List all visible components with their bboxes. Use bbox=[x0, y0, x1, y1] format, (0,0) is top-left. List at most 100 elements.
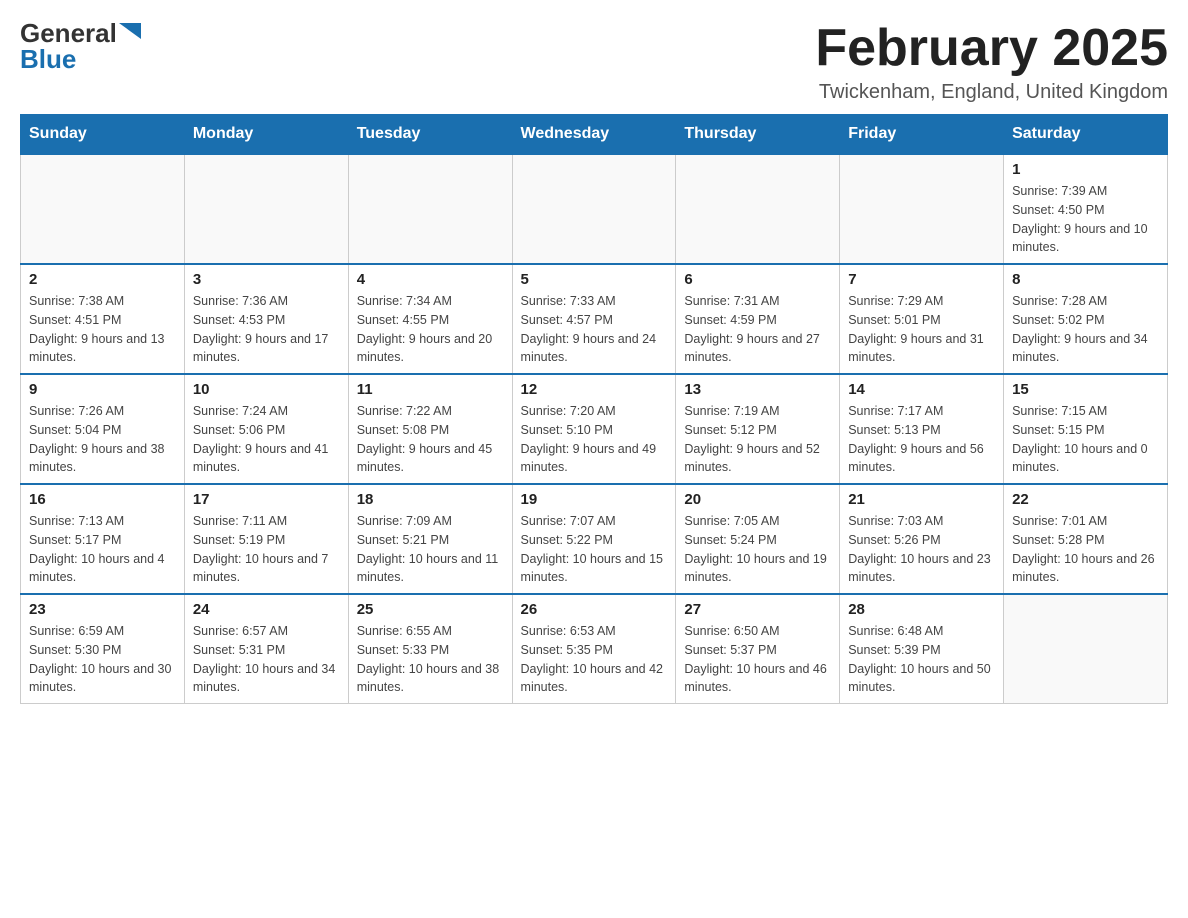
day-info: Sunrise: 7:07 AM Sunset: 5:22 PM Dayligh… bbox=[521, 512, 668, 587]
day-info: Sunrise: 7:22 AM Sunset: 5:08 PM Dayligh… bbox=[357, 402, 504, 477]
calendar-cell: 9Sunrise: 7:26 AM Sunset: 5:04 PM Daylig… bbox=[21, 374, 185, 484]
calendar-cell: 4 Sunrise: 7:34 AM Sunset: 4:55 PM Daylig… bbox=[348, 264, 512, 374]
calendar-header-tuesday: Tuesday bbox=[348, 115, 512, 155]
day-number: 21 bbox=[848, 491, 995, 508]
calendar-cell: 5Sunrise: 7:33 AM Sunset: 4:57 PM Daylig… bbox=[512, 264, 676, 374]
day-number: 19 bbox=[521, 491, 668, 508]
calendar-cell: 18 Sunrise: 7:09 AM Sunset: 5:21 PM Dayli… bbox=[348, 484, 512, 594]
calendar-header-wednesday: Wednesday bbox=[512, 115, 676, 155]
day-info: Sunrise: 6:48 AM Sunset: 5:39 PM Dayligh… bbox=[848, 622, 995, 697]
day-info: Sunrise: 7:03 AM Sunset: 5:26 PM Dayligh… bbox=[848, 512, 995, 587]
calendar-header-row: SundayMondayTuesdayWednesdayThursdayFrid… bbox=[21, 115, 1168, 155]
calendar-cell bbox=[348, 154, 512, 264]
calendar-cell: 21 Sunrise: 7:03 AM Sunset: 5:26 PM Dayli… bbox=[840, 484, 1004, 594]
day-number: 5 bbox=[521, 271, 668, 288]
calendar-cell: 2 Sunrise: 7:38 AM Sunset: 4:51 PM Daylig… bbox=[21, 264, 185, 374]
calendar-cell: 6 Sunrise: 7:31 AM Sunset: 4:59 PM Daylig… bbox=[676, 264, 840, 374]
day-number: 26 bbox=[521, 601, 668, 618]
calendar-week-row-1: 1Sunrise: 7:39 AM Sunset: 4:50 PM Daylig… bbox=[21, 154, 1168, 264]
day-info: Sunrise: 6:50 AM Sunset: 5:37 PM Dayligh… bbox=[684, 622, 831, 697]
calendar-cell: 3Sunrise: 7:36 AM Sunset: 4:53 PM Daylig… bbox=[184, 264, 348, 374]
day-info: Sunrise: 6:55 AM Sunset: 5:33 PM Dayligh… bbox=[357, 622, 504, 697]
day-number: 14 bbox=[848, 381, 995, 398]
calendar-cell: 16 Sunrise: 7:13 AM Sunset: 5:17 PM Dayli… bbox=[21, 484, 185, 594]
day-info: Sunrise: 6:59 AM Sunset: 5:30 PM Dayligh… bbox=[29, 622, 176, 697]
calendar-cell bbox=[676, 154, 840, 264]
day-number: 16 bbox=[29, 491, 176, 508]
calendar-header-sunday: Sunday bbox=[21, 115, 185, 155]
day-number: 12 bbox=[521, 381, 668, 398]
day-info: Sunrise: 7:36 AM Sunset: 4:53 PM Dayligh… bbox=[193, 292, 340, 367]
calendar-cell bbox=[512, 154, 676, 264]
day-info: Sunrise: 7:24 AM Sunset: 5:06 PM Dayligh… bbox=[193, 402, 340, 477]
logo: General Blue bbox=[20, 20, 141, 72]
calendar-cell: 23 Sunrise: 6:59 AM Sunset: 5:30 PM Dayli… bbox=[21, 594, 185, 704]
day-info: Sunrise: 7:20 AM Sunset: 5:10 PM Dayligh… bbox=[521, 402, 668, 477]
day-info: Sunrise: 7:39 AM Sunset: 4:50 PM Dayligh… bbox=[1012, 182, 1159, 257]
calendar-cell: 22 Sunrise: 7:01 AM Sunset: 5:28 PM Dayli… bbox=[1004, 484, 1168, 594]
calendar-cell: 12 Sunrise: 7:20 AM Sunset: 5:10 PM Dayli… bbox=[512, 374, 676, 484]
day-info: Sunrise: 7:28 AM Sunset: 5:02 PM Dayligh… bbox=[1012, 292, 1159, 367]
calendar-week-row-2: 2 Sunrise: 7:38 AM Sunset: 4:51 PM Daylig… bbox=[21, 264, 1168, 374]
calendar-header-friday: Friday bbox=[840, 115, 1004, 155]
day-number: 11 bbox=[357, 381, 504, 398]
day-info: Sunrise: 7:09 AM Sunset: 5:21 PM Dayligh… bbox=[357, 512, 504, 587]
calendar-header-monday: Monday bbox=[184, 115, 348, 155]
day-number: 10 bbox=[193, 381, 340, 398]
day-number: 18 bbox=[357, 491, 504, 508]
calendar-week-row-3: 9Sunrise: 7:26 AM Sunset: 5:04 PM Daylig… bbox=[21, 374, 1168, 484]
day-info: Sunrise: 7:13 AM Sunset: 5:17 PM Dayligh… bbox=[29, 512, 176, 587]
calendar-cell: 20Sunrise: 7:05 AM Sunset: 5:24 PM Dayli… bbox=[676, 484, 840, 594]
day-info: Sunrise: 7:29 AM Sunset: 5:01 PM Dayligh… bbox=[848, 292, 995, 367]
day-number: 24 bbox=[193, 601, 340, 618]
calendar-cell: 26 Sunrise: 6:53 AM Sunset: 5:35 PM Dayli… bbox=[512, 594, 676, 704]
day-number: 15 bbox=[1012, 381, 1159, 398]
day-number: 13 bbox=[684, 381, 831, 398]
calendar-cell: 27 Sunrise: 6:50 AM Sunset: 5:37 PM Dayli… bbox=[676, 594, 840, 704]
calendar-header-saturday: Saturday bbox=[1004, 115, 1168, 155]
day-info: Sunrise: 7:05 AM Sunset: 5:24 PM Dayligh… bbox=[684, 512, 831, 587]
day-number: 7 bbox=[848, 271, 995, 288]
title-area: February 2025 Twickenham, England, Unite… bbox=[815, 20, 1168, 104]
calendar-week-row-4: 16 Sunrise: 7:13 AM Sunset: 5:17 PM Dayli… bbox=[21, 484, 1168, 594]
day-number: 22 bbox=[1012, 491, 1159, 508]
day-number: 25 bbox=[357, 601, 504, 618]
calendar-cell: 11 Sunrise: 7:22 AM Sunset: 5:08 PM Dayli… bbox=[348, 374, 512, 484]
calendar-cell: 14 Sunrise: 7:17 AM Sunset: 5:13 PM Dayli… bbox=[840, 374, 1004, 484]
day-number: 27 bbox=[684, 601, 831, 618]
month-title: February 2025 bbox=[815, 20, 1168, 77]
calendar-cell: 15 Sunrise: 7:15 AM Sunset: 5:15 PM Dayli… bbox=[1004, 374, 1168, 484]
logo-triangle-icon bbox=[119, 23, 141, 39]
calendar-cell: 19 Sunrise: 7:07 AM Sunset: 5:22 PM Dayli… bbox=[512, 484, 676, 594]
calendar-cell bbox=[21, 154, 185, 264]
day-info: Sunrise: 7:11 AM Sunset: 5:19 PM Dayligh… bbox=[193, 512, 340, 587]
day-info: Sunrise: 7:01 AM Sunset: 5:28 PM Dayligh… bbox=[1012, 512, 1159, 587]
calendar-cell: 17 Sunrise: 7:11 AM Sunset: 5:19 PM Dayli… bbox=[184, 484, 348, 594]
logo-general-text: General bbox=[20, 20, 117, 46]
day-number: 28 bbox=[848, 601, 995, 618]
day-number: 2 bbox=[29, 271, 176, 288]
calendar-cell: 8 Sunrise: 7:28 AM Sunset: 5:02 PM Daylig… bbox=[1004, 264, 1168, 374]
day-info: Sunrise: 7:15 AM Sunset: 5:15 PM Dayligh… bbox=[1012, 402, 1159, 477]
day-info: Sunrise: 6:57 AM Sunset: 5:31 PM Dayligh… bbox=[193, 622, 340, 697]
logo-blue-text: Blue bbox=[20, 46, 76, 72]
calendar-cell: 24 Sunrise: 6:57 AM Sunset: 5:31 PM Dayli… bbox=[184, 594, 348, 704]
calendar-cell bbox=[184, 154, 348, 264]
day-number: 23 bbox=[29, 601, 176, 618]
day-info: Sunrise: 7:38 AM Sunset: 4:51 PM Dayligh… bbox=[29, 292, 176, 367]
calendar-cell: 1Sunrise: 7:39 AM Sunset: 4:50 PM Daylig… bbox=[1004, 154, 1168, 264]
day-info: Sunrise: 7:17 AM Sunset: 5:13 PM Dayligh… bbox=[848, 402, 995, 477]
day-number: 9 bbox=[29, 381, 176, 398]
day-number: 4 bbox=[357, 271, 504, 288]
day-info: Sunrise: 7:34 AM Sunset: 4:55 PM Dayligh… bbox=[357, 292, 504, 367]
calendar-cell bbox=[840, 154, 1004, 264]
calendar-cell: 10 Sunrise: 7:24 AM Sunset: 5:06 PM Dayli… bbox=[184, 374, 348, 484]
day-info: Sunrise: 7:31 AM Sunset: 4:59 PM Dayligh… bbox=[684, 292, 831, 367]
calendar-cell: 7 Sunrise: 7:29 AM Sunset: 5:01 PM Daylig… bbox=[840, 264, 1004, 374]
page-header: General Blue February 2025 Twickenham, E… bbox=[20, 20, 1168, 104]
calendar-table: SundayMondayTuesdayWednesdayThursdayFrid… bbox=[20, 114, 1168, 704]
day-info: Sunrise: 6:53 AM Sunset: 5:35 PM Dayligh… bbox=[521, 622, 668, 697]
day-number: 8 bbox=[1012, 271, 1159, 288]
day-number: 6 bbox=[684, 271, 831, 288]
day-number: 17 bbox=[193, 491, 340, 508]
